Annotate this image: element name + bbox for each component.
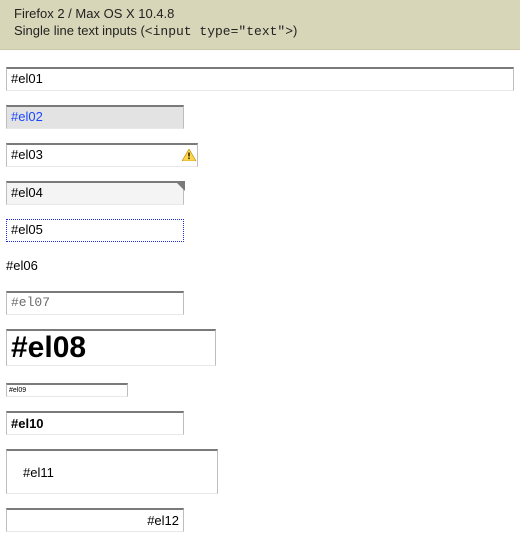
text-input-el02[interactable] (6, 105, 184, 129)
text-input-el07[interactable] (6, 291, 184, 315)
header-bar: Firefox 2 / Max OS X 10.4.8 Single line … (0, 0, 520, 50)
text-input-el10[interactable] (6, 411, 184, 435)
title-label: Single line text inputs (<input type="te… (14, 23, 506, 39)
title-prefix: Single line text inputs ( (14, 23, 145, 38)
title-suffix: ) (293, 23, 297, 38)
text-input-el01[interactable] (6, 67, 514, 91)
dogear-icon (175, 181, 185, 191)
env-label: Firefox 2 / Max OS X 10.4.8 (14, 6, 506, 21)
text-input-el12[interactable] (6, 508, 184, 532)
demo-stage (0, 50, 520, 556)
text-input-el05[interactable] (6, 219, 184, 242)
text-input-el03[interactable] (6, 143, 198, 167)
text-input-el09[interactable] (6, 383, 128, 397)
warning-icon (182, 149, 196, 161)
text-input-el08[interactable] (6, 329, 216, 366)
text-input-el11[interactable] (6, 449, 218, 494)
text-input-el06[interactable] (6, 256, 178, 277)
text-input-el04[interactable] (6, 181, 184, 205)
title-code: <input type="text"> (145, 24, 293, 39)
